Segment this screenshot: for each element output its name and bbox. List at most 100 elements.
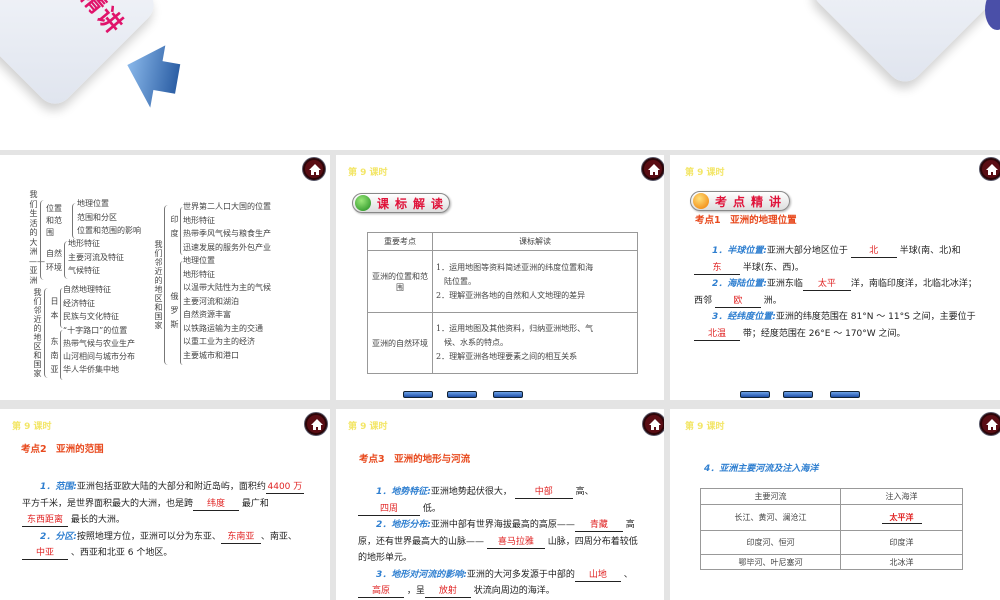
table-header: 重要考点 <box>367 232 433 251</box>
slide-thumbnail-5[interactable]: 第 9 课时 考点3 亚洲的地形与河流 1．地势特征:亚洲地势起伏很大， 中部 … <box>336 409 664 600</box>
slide-thumbnail-3[interactable]: 第 9 课时 考点精讲 考点1 亚洲的地理位置 1．半球位置:亚洲大部分地区位于… <box>670 155 1000 400</box>
green-ball-icon <box>355 195 371 211</box>
table-row: 鄂毕河、叶尼塞河 北冰洋 <box>700 554 963 570</box>
mindmap-leaf: 以重工业为主的经济 <box>183 337 255 346</box>
mindmap-leaf: 主要河流及特征 <box>68 252 124 262</box>
mindmap-leaf: 地形特征 <box>183 269 215 279</box>
content-text: 1．地势特征:亚洲地势起伏很大， 中部 高、四周 低。 2．地形分布:亚洲中部有… <box>358 487 638 598</box>
table-header: 课标解读 <box>432 232 638 251</box>
table-header: 主要河流 <box>700 488 841 505</box>
home-button[interactable] <box>305 413 327 435</box>
nav-button-2[interactable] <box>783 391 813 398</box>
brace <box>72 203 76 239</box>
home-icon <box>311 419 323 430</box>
table-cell: 鄂毕河、叶尼塞河 <box>700 554 841 570</box>
lesson-label: 第 9 课时 <box>12 422 52 432</box>
nav-button-1[interactable] <box>740 391 770 398</box>
answer-blank: 高原 <box>358 586 404 598</box>
mindmap-leaf: 自然资源丰富 <box>183 310 231 319</box>
mindmap-leaf: 气候特征 <box>68 266 100 275</box>
rivers-table: 主要河流 注入海洋 长江、黄河、澜沧江 太平洋 印度河、恒河 印度洋 鄂毕河、叶尼塞河… <box>700 488 963 570</box>
brace <box>40 200 44 280</box>
mindmap-root: 我们邻近的地区和国家 <box>154 240 163 330</box>
topic-title: 考点3 亚洲的地形与河流 <box>359 454 471 465</box>
mindmap-node: 东南亚 <box>50 337 59 374</box>
home-button[interactable] <box>303 158 325 180</box>
arrow-icon[interactable] <box>120 40 195 110</box>
section-pill: 课标解读 <box>352 193 450 213</box>
mindmap-list: “十字路口”的位置 热带气候与农业生产 山河相间与城市分布 华人华侨集中地 <box>63 324 135 376</box>
answer-blank: 太平洋 <box>881 512 922 524</box>
home-button[interactable] <box>642 158 664 180</box>
brace <box>164 205 168 365</box>
mindmap-leaf: 地形特征 <box>68 239 100 248</box>
section-pill: 考点精讲 <box>690 191 790 211</box>
answer-blank: 青藏 <box>574 520 623 532</box>
mindmap-leaf: 民族与文化特征 <box>63 312 119 321</box>
home-button[interactable] <box>643 413 664 435</box>
table-cell: 北冰洋 <box>840 554 963 570</box>
lesson-label: 第 9 课时 <box>348 422 388 432</box>
table-row: 亚洲的自然环境 1．运用地图及其他资料，归纳亚洲地形、气 候、水系的特点。 2．理解… <box>367 312 638 374</box>
mindmap-root: 我们生活的大洲——亚洲 <box>29 190 45 285</box>
home-icon <box>986 164 998 175</box>
mindmap-leaf: 热带气候与农业生产 <box>63 339 135 348</box>
slide-thumbnail-4[interactable]: 第 9 课时 考点2 亚洲的范围 1．范围:亚洲包括亚欧大陆的大部分和附近岛屿，… <box>0 409 330 600</box>
mindmap-leaf: 山河相间与城市分布 <box>63 352 135 361</box>
answer-blank: 中亚 <box>22 548 68 560</box>
section-title: 课标解读 <box>377 196 450 211</box>
mindmap-node: 位置和范围 <box>46 204 62 237</box>
top-decoration: 精讲 <box>0 0 1000 150</box>
nav-button-3[interactable] <box>830 391 860 398</box>
answer-blank: 4400 万 <box>265 482 304 494</box>
slide-thumbnail-2[interactable]: 第 9 课时 课标解读 重要考点 课标解读 亚洲的位置和范围 1．运用地图等资料简述… <box>336 155 664 400</box>
mindmap-leaf: 热带季风气候与粮食生产 <box>183 229 271 238</box>
mindmap-list: 地理位置 范围和分区 位置和范围的影响 <box>77 197 141 238</box>
nav-button-2[interactable] <box>447 391 477 398</box>
mindmap-leaf: 世界第二人口大国的位置 <box>183 202 271 211</box>
slide-thumbnail-1[interactable]: 我们生活的大洲——亚洲 位置和范围 地理位置 范围和分区 位置和范围的影响 自然环境… <box>0 155 330 400</box>
table-header: 注入海洋 <box>840 488 963 505</box>
mindmap-list: 自然地理特征 经济特征民族与文化特征 <box>63 283 119 324</box>
mindmap-leaf: 经济特征 <box>63 298 95 308</box>
home-icon <box>986 419 998 430</box>
topic-title: 考点1 亚洲的地理位置 <box>695 215 797 226</box>
decor-blob <box>985 0 1000 30</box>
mindmap-node: 印度 <box>170 215 179 238</box>
mindmap-leaf: 自然地理特征 <box>63 285 111 294</box>
table-cell: 亚洲的自然环境 <box>367 312 433 374</box>
mindmap-leaf: 地理位置 <box>77 199 109 208</box>
mindmap-list: 世界第二人口大国的位置 地形特征热带季风气候与粮食生产 迅速发展的服务外包产业 <box>183 200 271 254</box>
nav-button-1[interactable] <box>403 391 433 398</box>
table-cell: 印度河、恒河 <box>700 530 841 555</box>
table-cell: 长江、黄河、澜沧江 <box>700 504 841 531</box>
mindmap-node: 俄罗斯 <box>170 292 179 329</box>
mindmap-root: 我们邻近的地区和国家 <box>33 288 42 378</box>
answer-blank: 喜马拉雅 <box>486 537 545 549</box>
mindmap-leaf: 迅速发展的服务外包产业 <box>183 242 271 252</box>
table-cell: 1．运用地图等资料简述亚洲的纬度位置和海 陆位置。 2．理解亚洲各地的自然和人文地… <box>432 250 638 313</box>
orange-ball-icon <box>693 193 709 209</box>
nav-button-3[interactable] <box>493 391 523 398</box>
mindmap-leaf: 以铁路运输为主的交通 <box>183 323 263 333</box>
mindmap-leaf: 地形特征 <box>183 215 215 225</box>
section-heading: 4．亚洲主要河流及注入海洋 <box>704 464 819 474</box>
lesson-label: 第 9 课时 <box>348 168 388 178</box>
answer-blank: 东南亚 <box>220 532 261 544</box>
slide-thumbnail-6[interactable]: 第 9 课时 4．亚洲主要河流及注入海洋 主要河流 注入海洋 长江、黄河、澜沧江 太… <box>670 409 1000 600</box>
answer-blank: 纬度 <box>193 499 240 511</box>
answer-blank: 中部 <box>514 487 573 499</box>
answer-blank: 欧 <box>714 296 761 308</box>
mindmap-leaf: 范围和分区 <box>77 212 117 222</box>
mindmap-node: 日本 <box>50 297 59 320</box>
mindmap-list: 地形特征主要河流及特征 气候特征 <box>68 237 124 278</box>
mindmap-leaf: 地理位置 <box>183 256 215 265</box>
home-button[interactable] <box>980 413 1000 435</box>
answer-blank: 东西距离 <box>22 515 68 527</box>
home-button[interactable] <box>980 158 1000 180</box>
home-icon <box>649 419 661 430</box>
mindmap-leaf: 华人华侨集中地 <box>63 365 119 374</box>
mindmap-leaf: 以温带大陆性为主的气候 <box>183 283 271 292</box>
answer-blank: 四周 <box>358 504 420 516</box>
lesson-label: 第 9 课时 <box>685 168 725 178</box>
